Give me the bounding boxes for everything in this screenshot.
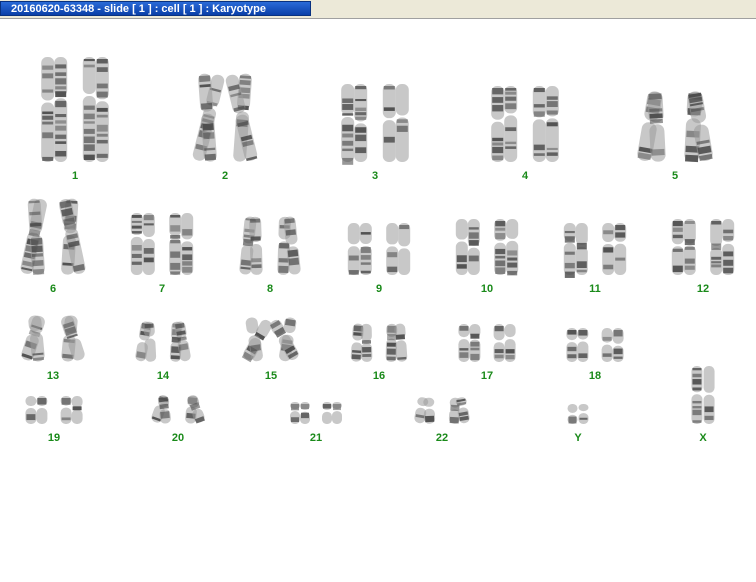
chromosome-10-image (455, 219, 519, 276)
chromosome-1-image (41, 57, 109, 162)
chromosome-22-image (414, 397, 470, 424)
chromosome-21-image (290, 402, 342, 424)
chromosome-label-19: 19 (47, 432, 61, 444)
chromosome-20-image (151, 395, 205, 424)
chromosome-label-20: 20 (171, 432, 185, 444)
chromosome-label-13: 13 (46, 370, 60, 382)
chromosome-2-image (192, 73, 258, 162)
window-title-bar: 20160620-63348 - slide [ 1 ] : cell [ 1 … (0, 0, 756, 19)
chromosome-5-image (637, 91, 713, 163)
chromosome-16-image (350, 323, 408, 362)
chromosome-label-15: 15 (264, 370, 278, 382)
chromosome-15-image (241, 317, 299, 363)
chromosome-label-2: 2 (221, 170, 229, 182)
chromosome-7-image (130, 213, 194, 275)
chromosome-4-image (491, 86, 559, 162)
chromosome-label-y: Y (574, 432, 582, 444)
chromosome-y-image (567, 404, 589, 424)
chromosome-label-9: 9 (375, 283, 383, 295)
chromosome-label-7: 7 (158, 283, 166, 295)
chromosome-label-14: 14 (156, 370, 170, 382)
chromosome-18-image (566, 328, 624, 362)
chromosome-label-17: 17 (480, 370, 494, 382)
chromosome-14-image (135, 321, 191, 362)
chromosome-label-8: 8 (266, 283, 274, 295)
chromosome-label-5: 5 (671, 170, 679, 182)
chromosome-label-6: 6 (49, 283, 57, 295)
chromosome-label-16: 16 (372, 370, 386, 382)
window-title: 20160620-63348 - slide [ 1 ] : cell [ 1 … (0, 1, 311, 16)
chromosome-label-10: 10 (480, 283, 494, 295)
chromosome-13-image (21, 315, 85, 362)
chromosome-12-image (671, 219, 735, 275)
chromosome-8-image (239, 216, 301, 275)
chromosome-3-image (341, 84, 409, 165)
chromosome-label-4: 4 (521, 170, 529, 182)
chromosome-6-image (20, 198, 86, 275)
chromosome-label-18: 18 (588, 370, 602, 382)
chromosome-9-image (347, 223, 411, 275)
chromosome-label-12: 12 (696, 283, 710, 295)
chromosome-19-image (25, 396, 83, 424)
chromosome-11-image (563, 223, 627, 278)
karyotype-panel: 1 2 3 4 5 6 7 8 9 10 11 12 13 14 15 16 17 18 19 20 21 22 Y X (0, 19, 756, 582)
chromosome-label-21: 21 (309, 432, 323, 444)
chromosome-label-11: 11 (589, 283, 601, 295)
chromosome-label-3: 3 (371, 170, 379, 182)
chromosome-x-image (691, 366, 715, 424)
chromosome-label-x: X (699, 432, 707, 444)
chromosome-label-22: 22 (435, 432, 449, 444)
chromosome-17-image (458, 324, 516, 362)
chromosome-label-1: 1 (71, 170, 79, 182)
